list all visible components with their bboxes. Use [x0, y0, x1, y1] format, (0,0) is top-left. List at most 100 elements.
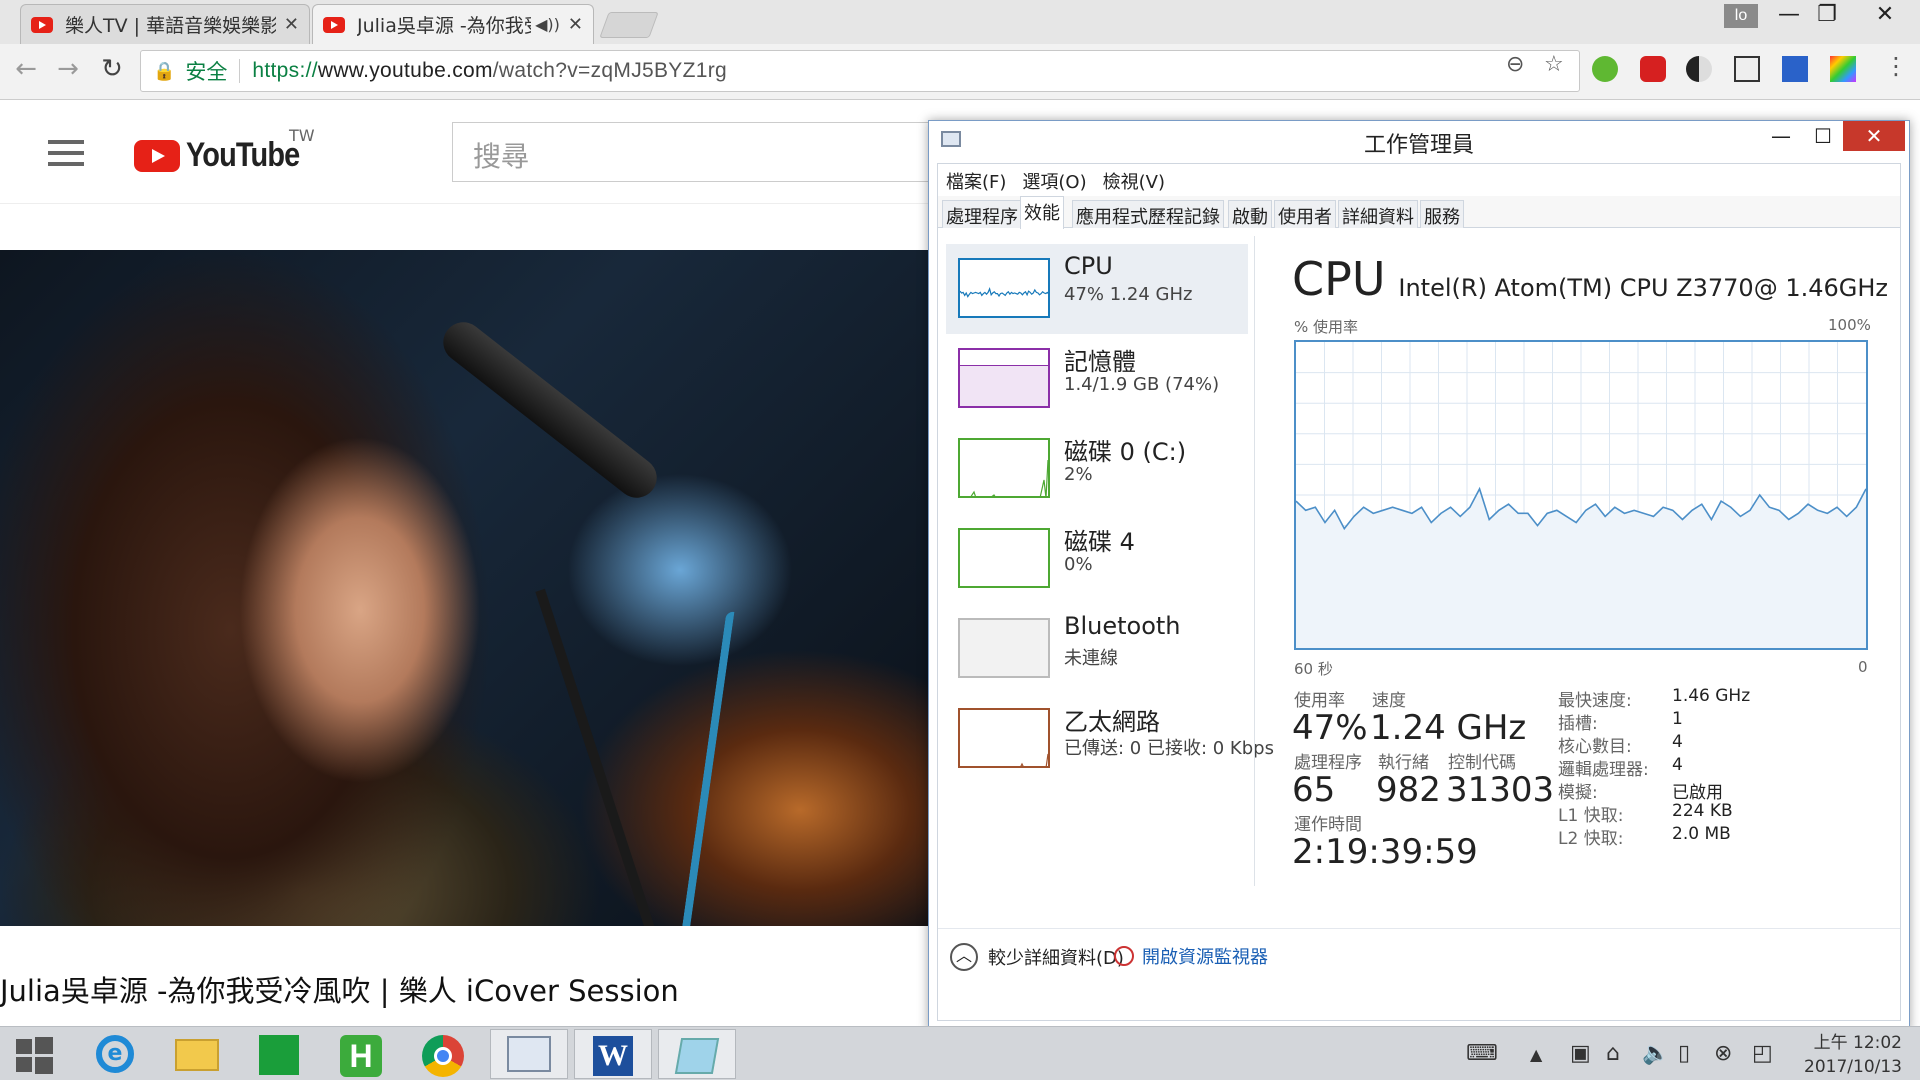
- cpu-thumbnail-graph: [958, 258, 1050, 318]
- browser-tab[interactable]: 樂人TV | 華語音樂娛樂影 ✕: [20, 4, 310, 44]
- url-text[interactable]: https://www.youtube.com/watch?v=zqMJ5BYZ…: [252, 59, 727, 83]
- youtube-favicon-icon: [31, 16, 53, 33]
- show-hidden-icons-icon[interactable]: ▲: [1530, 1045, 1542, 1064]
- sidebar-item-bluetooth[interactable]: Bluetooth 未連線: [946, 604, 1248, 694]
- task-manager-taskbar-icon[interactable]: [490, 1029, 568, 1079]
- chrome-icon[interactable]: [404, 1029, 482, 1079]
- sidebar-item-label: 乙太網路: [1064, 708, 1160, 736]
- volume-icon[interactable]: 🔈: [1642, 1041, 1669, 1066]
- zoom-icon[interactable]: ⊖: [1506, 52, 1524, 77]
- tab-startup[interactable]: 啟動: [1228, 200, 1272, 228]
- sidebar-item-cpu[interactable]: CPU 47% 1.24 GHz: [946, 244, 1248, 334]
- adblock-icon[interactable]: [1640, 56, 1666, 82]
- notification-icon[interactable]: ◰: [1752, 1041, 1773, 1066]
- cast-icon[interactable]: [1734, 56, 1760, 82]
- fewer-details-label: 較少詳細資料(D): [988, 948, 1124, 969]
- fewer-details-button[interactable]: ︿ 較少詳細資料(D): [950, 943, 1124, 971]
- sidebar-item-value: 0%: [1064, 554, 1093, 575]
- display-icon[interactable]: ▣: [1570, 1041, 1591, 1066]
- open-resource-monitor-link[interactable]: 開啟資源監視器: [1114, 943, 1268, 969]
- sidebar-item-disk-4[interactable]: 磁碟 4 0%: [946, 514, 1248, 604]
- browser-tab-active[interactable]: Julia吳卓源 -為你我受 ◀)) ✕: [312, 4, 594, 44]
- menu-file[interactable]: 檔案(F): [946, 168, 1006, 194]
- sidebar-item-memory[interactable]: 記憶體 1.4/1.9 GB (74%): [946, 334, 1248, 424]
- forward-icon[interactable]: →: [50, 54, 86, 84]
- cpu-heading: CPU: [1292, 252, 1386, 306]
- spec-value: 已啟用: [1672, 783, 1723, 803]
- sidebar-item-disk-0[interactable]: 磁碟 0 (C:) 2%: [946, 424, 1248, 514]
- tab-processes[interactable]: 處理程序: [942, 200, 1022, 228]
- sidebar-item-label: CPU: [1064, 252, 1113, 280]
- keyboard-icon[interactable]: ⌨: [1466, 1041, 1498, 1066]
- clock-date: 2017/10/13: [1804, 1057, 1902, 1077]
- sidebar-item-label: 磁碟 4: [1064, 528, 1135, 556]
- close-tab-icon[interactable]: ✕: [568, 14, 583, 35]
- profile-button[interactable]: lo: [1724, 4, 1758, 28]
- youtube-favicon-icon: [323, 16, 345, 33]
- pocket-icon[interactable]: [1782, 56, 1808, 82]
- menu-view[interactable]: 檢視(V): [1103, 168, 1165, 194]
- speaker-icon[interactable]: ◀)): [535, 15, 560, 34]
- close-tab-icon[interactable]: ✕: [284, 14, 299, 35]
- maximize-button[interactable]: ☐: [1799, 121, 1847, 151]
- restore-button[interactable]: ❐: [1802, 2, 1852, 27]
- hamburger-menu-icon[interactable]: [48, 140, 84, 173]
- bookmark-star-icon[interactable]: ☆: [1544, 52, 1564, 77]
- spec-label: 邏輯處理器:: [1558, 760, 1649, 780]
- tab-details[interactable]: 詳細資料: [1338, 200, 1418, 228]
- threads-value: 982: [1376, 770, 1441, 810]
- internet-explorer-icon[interactable]: e: [76, 1029, 154, 1079]
- memory-thumbnail-graph: [958, 348, 1050, 408]
- cpu-usage-graph: [1294, 340, 1868, 650]
- browser-toolbar: ← → ↻ 🔒 安全 https://www.youtube.com/watch…: [0, 44, 1920, 100]
- minimize-button[interactable]: —: [1757, 121, 1805, 151]
- tab-services[interactable]: 服務: [1420, 200, 1464, 228]
- network-icon[interactable]: ⌂: [1606, 1041, 1620, 1066]
- browser-tab-bar: 樂人TV | 華語音樂娛樂影 ✕ Julia吳卓源 -為你我受 ◀)) ✕ lo…: [0, 0, 1920, 44]
- usage-value: 47%: [1292, 708, 1368, 748]
- url-scheme: https://: [252, 59, 318, 82]
- color-picker-icon[interactable]: [1830, 56, 1856, 82]
- battery-icon[interactable]: ▯: [1678, 1041, 1690, 1066]
- menu-options[interactable]: 選項(O): [1022, 168, 1086, 194]
- start-button[interactable]: [0, 1029, 68, 1079]
- close-window-button[interactable]: ✕: [1860, 2, 1910, 27]
- sidebar-item-label: 磁碟 0 (C:): [1064, 438, 1187, 466]
- spec-value: 224 KB: [1672, 801, 1733, 821]
- search-input[interactable]: 搜尋: [452, 122, 930, 182]
- youtube-logo[interactable]: YouTube TW: [134, 126, 319, 175]
- clock[interactable]: 上午 12:02 2017/10/13: [1804, 1031, 1902, 1079]
- close-button[interactable]: ✕: [1843, 121, 1905, 151]
- task-manager-footer: ︿ 較少詳細資料(D) 開啟資源監視器: [938, 928, 1900, 978]
- sidebar-item-ethernet[interactable]: 乙太網路 已傳送: 0 已接收: 0 Kbps: [946, 694, 1274, 784]
- chevron-up-icon: ︿: [950, 943, 978, 971]
- file-explorer-icon[interactable]: [158, 1029, 236, 1079]
- tab-users[interactable]: 使用者: [1274, 200, 1336, 228]
- back-icon[interactable]: ←: [8, 54, 44, 84]
- tab-strip: 處理程序 效能 應用程式歷程記錄 啟動 使用者 詳細資料 服務: [938, 196, 1900, 229]
- resource-monitor-label: 開啟資源監視器: [1142, 947, 1268, 968]
- sidebar-item-value: 47% 1.24 GHz: [1064, 284, 1193, 305]
- action-center-icon[interactable]: ⊗: [1714, 1041, 1732, 1066]
- menu-kebab-icon[interactable]: ⋮: [1884, 52, 1908, 80]
- memory-fill: [960, 364, 1048, 406]
- cpu-mini-graph: [960, 286, 1048, 298]
- address-bar[interactable]: 🔒 安全 https://www.youtube.com/watch?v=zqM…: [140, 50, 1580, 92]
- youtube-wordmark: YouTube: [186, 136, 300, 174]
- tab-app-history[interactable]: 應用程式歷程記錄: [1072, 200, 1224, 228]
- word-icon[interactable]: W: [574, 1029, 652, 1079]
- spec-value: 2.0 MB: [1672, 824, 1731, 844]
- spec-label: 核心數目:: [1558, 737, 1632, 757]
- notes-app-icon[interactable]: [658, 1029, 736, 1079]
- dark-mode-icon[interactable]: [1686, 56, 1712, 82]
- reload-icon[interactable]: ↻: [94, 54, 130, 84]
- bluetooth-thumbnail-graph: [958, 618, 1050, 678]
- new-tab-button[interactable]: [599, 12, 659, 38]
- youtube-header: YouTube TW 搜尋: [0, 100, 930, 204]
- h-app-icon[interactable]: H: [322, 1029, 400, 1079]
- video-player[interactable]: [0, 250, 928, 926]
- title-bar[interactable]: 工作管理員 — ☐ ✕: [929, 121, 1909, 161]
- green-extension-icon[interactable]: [1592, 56, 1618, 82]
- store-icon[interactable]: [240, 1029, 318, 1079]
- tab-performance[interactable]: 效能: [1020, 196, 1064, 229]
